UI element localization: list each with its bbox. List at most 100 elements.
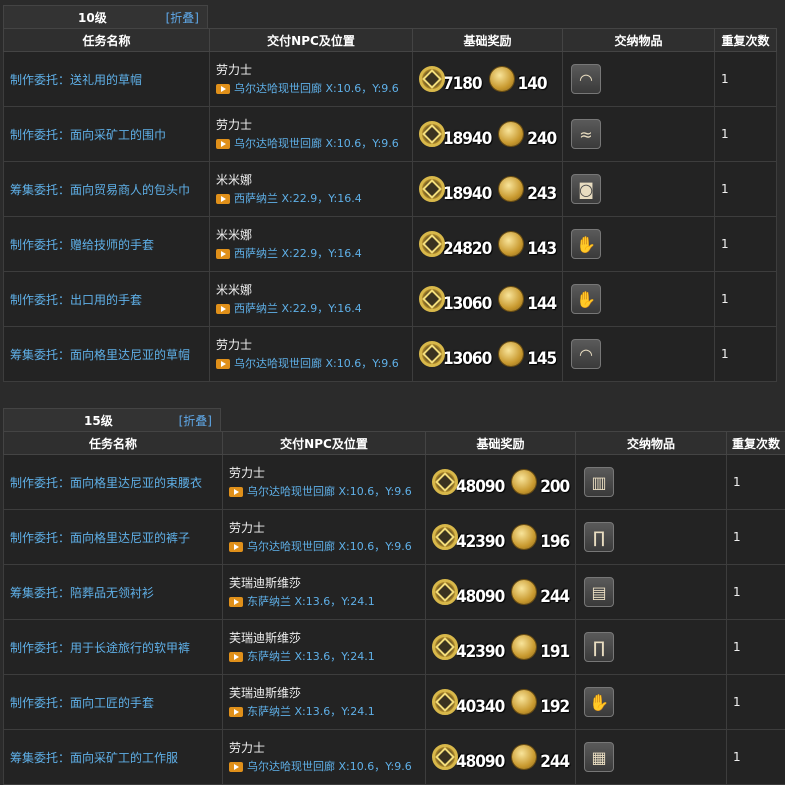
header-npc-location: 交付NPC及位置 xyxy=(223,432,426,455)
task-link[interactable]: 制作委托：用于长途旅行的软甲裤 xyxy=(4,639,222,656)
item-cell: ∏ xyxy=(576,510,727,565)
exp-value: 18940 xyxy=(443,184,491,204)
gloves-icon[interactable]: ✋ xyxy=(584,687,614,717)
repeat-count: 1 xyxy=(715,182,776,196)
shirt-icon[interactable]: ▤ xyxy=(584,577,614,607)
task-link[interactable]: 制作委托：面向格里达尼亚的束腰衣 xyxy=(4,474,222,491)
location-text: 乌尔达哈现世回廊 X:10.6，Y:9.6 xyxy=(247,484,412,500)
npc-name: 米米娜 xyxy=(216,282,412,298)
header-base-reward: 基础奖励 xyxy=(426,432,576,455)
table-row: 筹集委托：面向贸易商人的包头巾 米米娜 西萨纳兰 X:22.9，Y:16.4 1… xyxy=(4,162,777,217)
npc-location-link[interactable]: 乌尔达哈现世回廊 X:10.6，Y:9.6 xyxy=(229,484,425,500)
task-link[interactable]: 筹集委托：面向贸易商人的包头巾 xyxy=(4,181,209,198)
gloves-icon[interactable]: ✋ xyxy=(571,284,601,314)
reward-cell: 18940 243 xyxy=(413,162,563,217)
task-link[interactable]: 制作委托：面向采矿工的围巾 xyxy=(4,126,209,143)
npc-location-link[interactable]: 西萨纳兰 X:22.9，Y:16.4 xyxy=(216,246,412,262)
location-text: 西萨纳兰 X:22.9，Y:16.4 xyxy=(234,301,362,317)
location-text: 西萨纳兰 X:22.9，Y:16.4 xyxy=(234,191,362,207)
table-row: 筹集委托：面向采矿工的工作服 劳力士 乌尔达哈现世回廊 X:10.6，Y:9.6… xyxy=(4,730,785,785)
task-link[interactable]: 制作委托：送礼用的草帽 xyxy=(4,71,209,88)
repeat-count: 1 xyxy=(727,585,785,599)
task-name-cell: 制作委托：出口用的手套 xyxy=(4,272,210,327)
exp-value: 7180 xyxy=(443,74,482,94)
npc-location-link[interactable]: 西萨纳兰 X:22.9，Y:16.4 xyxy=(216,191,412,207)
gil-value: 145 xyxy=(527,349,556,369)
exp-value: 48090 xyxy=(456,587,504,607)
table-row: 制作委托：赠给技师的手套 米米娜 西萨纳兰 X:22.9，Y:16.4 2482… xyxy=(4,217,777,272)
reward-cell: 24820 143 xyxy=(413,217,563,272)
location-text: 乌尔达哈现世回廊 X:10.6，Y:9.6 xyxy=(247,759,412,775)
turban-icon[interactable]: ◙ xyxy=(571,174,601,204)
repeat-cell: 1 xyxy=(715,52,777,107)
task-name-cell: 筹集委托：陪葬品无领衬衫 xyxy=(4,565,223,620)
repeat-count: 1 xyxy=(715,72,776,86)
repeat-count: 1 xyxy=(727,750,785,764)
map-marker-icon xyxy=(216,249,230,259)
task-link[interactable]: 筹集委托：面向格里达尼亚的草帽 xyxy=(4,346,209,363)
npc-location-link[interactable]: 乌尔达哈现世回廊 X:10.6，Y:9.6 xyxy=(229,539,425,555)
exp-value: 42390 xyxy=(456,532,504,552)
npc-location-link[interactable]: 东萨纳兰 X:13.6，Y:24.1 xyxy=(229,594,425,610)
header-task-name: 任务名称 xyxy=(4,432,223,455)
trousers-icon[interactable]: ∏ xyxy=(584,522,614,552)
npc-location-link[interactable]: 东萨纳兰 X:13.6，Y:24.1 xyxy=(229,649,425,665)
npc-location-link[interactable]: 乌尔达哈现世回廊 X:10.6，Y:9.6 xyxy=(216,356,412,372)
fold-link[interactable]: [折叠] xyxy=(166,9,199,26)
work-clothes-icon[interactable]: ▦ xyxy=(584,742,614,772)
gloves-icon[interactable]: ✋ xyxy=(571,229,601,259)
npc-cell: 米米娜 西萨纳兰 X:22.9，Y:16.4 xyxy=(210,217,413,272)
repeat-count: 1 xyxy=(727,640,785,654)
repeat-count: 1 xyxy=(715,292,776,306)
map-marker-icon xyxy=(216,84,230,94)
exp-icon xyxy=(419,176,445,202)
repeat-count: 1 xyxy=(727,695,785,709)
location-text: 乌尔达哈现世回廊 X:10.6，Y:9.6 xyxy=(234,356,399,372)
task-name-cell: 筹集委托：面向贸易商人的包头巾 xyxy=(4,162,210,217)
exp-icon xyxy=(432,469,458,495)
task-link[interactable]: 制作委托：面向格里达尼亚的裤子 xyxy=(4,529,222,546)
item-cell: ▥ xyxy=(576,455,727,510)
task-link[interactable]: 筹集委托：陪葬品无领衬衫 xyxy=(4,584,222,601)
task-link[interactable]: 制作委托：面向工匠的手套 xyxy=(4,694,222,711)
npc-location-link[interactable]: 东萨纳兰 X:13.6，Y:24.1 xyxy=(229,704,425,720)
item-cell: ✋ xyxy=(563,272,715,327)
repeat-count: 1 xyxy=(715,237,776,251)
npc-location-link[interactable]: 西萨纳兰 X:22.9，Y:16.4 xyxy=(216,301,412,317)
task-link[interactable]: 制作委托：赠给技师的手套 xyxy=(4,236,209,253)
item-cell: ✋ xyxy=(563,217,715,272)
straw-hat-icon[interactable]: ◠ xyxy=(571,64,601,94)
exp-icon xyxy=(419,286,445,312)
npc-cell: 劳力士 乌尔达哈现世回廊 X:10.6，Y:9.6 xyxy=(223,730,426,785)
gil-value: 200 xyxy=(540,477,569,497)
location-text: 东萨纳兰 X:13.6，Y:24.1 xyxy=(247,649,375,665)
section-header: 10级 [折叠] xyxy=(3,5,208,29)
map-marker-icon xyxy=(229,487,243,497)
task-name-cell: 筹集委托：面向格里达尼亚的草帽 xyxy=(4,327,210,382)
npc-name: 米米娜 xyxy=(216,172,412,188)
trousers-icon[interactable]: ∏ xyxy=(584,632,614,662)
header-repeat-count: 重复次数 xyxy=(727,432,785,455)
npc-cell: 劳力士 乌尔达哈现世回廊 X:10.6，Y:9.6 xyxy=(223,455,426,510)
reward-cell: 13060 144 xyxy=(413,272,563,327)
npc-location-link[interactable]: 乌尔达哈现世回廊 X:10.6，Y:9.6 xyxy=(229,759,425,775)
task-link[interactable]: 制作委托：出口用的手套 xyxy=(4,291,209,308)
npc-location-link[interactable]: 乌尔达哈现世回廊 X:10.6，Y:9.6 xyxy=(216,81,412,97)
map-marker-icon xyxy=(229,597,243,607)
repeat-cell: 1 xyxy=(727,510,785,565)
repeat-count: 1 xyxy=(715,347,776,361)
fold-link[interactable]: [折叠] xyxy=(179,412,212,429)
npc-cell: 芙瑞迪斯维莎 东萨纳兰 X:13.6，Y:24.1 xyxy=(223,675,426,730)
repeat-cell: 1 xyxy=(715,217,777,272)
tunic-icon[interactable]: ▥ xyxy=(584,467,614,497)
straw-hat-icon[interactable]: ◠ xyxy=(571,339,601,369)
gil-value: 191 xyxy=(540,642,569,662)
npc-location-link[interactable]: 乌尔达哈现世回廊 X:10.6，Y:9.6 xyxy=(216,136,412,152)
exp-icon xyxy=(432,634,458,660)
gil-value: 240 xyxy=(527,129,556,149)
task-table: 任务名称 交付NPC及位置 基础奖励 交纳物品 重复次数 制作委托：面向格里达尼… xyxy=(3,431,785,785)
repeat-cell: 1 xyxy=(727,675,785,730)
section-header: 15级 [折叠] xyxy=(3,408,221,432)
task-link[interactable]: 筹集委托：面向采矿工的工作服 xyxy=(4,749,222,766)
scarf-icon[interactable]: ≈ xyxy=(571,119,601,149)
